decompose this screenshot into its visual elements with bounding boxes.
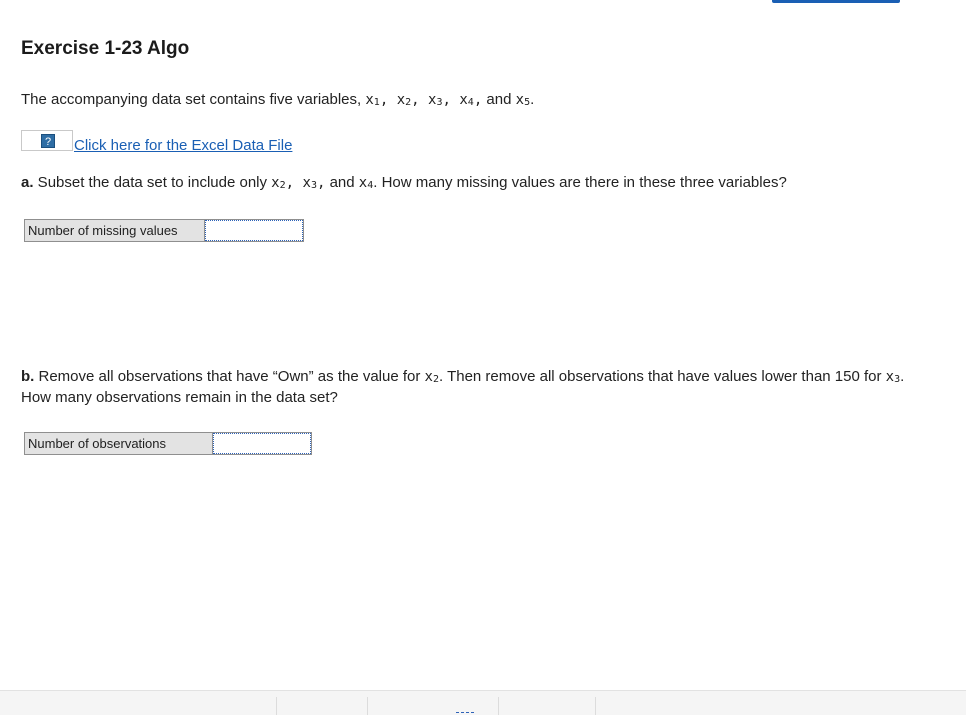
bottom-toolbar	[0, 690, 966, 715]
observations-input[interactable]	[213, 433, 311, 454]
top-progress-fragment	[772, 0, 900, 3]
exercise-title: Exercise 1-23 Algo	[21, 38, 190, 59]
toolbar-divider	[367, 697, 368, 715]
observations-answer-row: Number of observations	[24, 432, 312, 455]
toolbar-divider	[498, 697, 499, 715]
question-b: b. Remove all observations that have “Ow…	[21, 368, 905, 406]
help-box[interactable]: ?	[21, 130, 73, 151]
toolbar-divider	[595, 697, 596, 715]
toolbar-divider	[276, 697, 277, 715]
intro-text: The accompanying data set contains five …	[21, 91, 535, 108]
excel-data-file-link[interactable]: Click here for the Excel Data File	[74, 137, 292, 154]
missing-values-answer-row: Number of missing values	[24, 219, 304, 242]
help-icon[interactable]: ?	[41, 134, 55, 148]
missing-values-input[interactable]	[205, 220, 303, 241]
missing-values-label: Number of missing values	[25, 220, 205, 241]
observations-label: Number of observations	[25, 433, 213, 454]
question-a: a. Subset the data set to include only x…	[21, 174, 787, 191]
